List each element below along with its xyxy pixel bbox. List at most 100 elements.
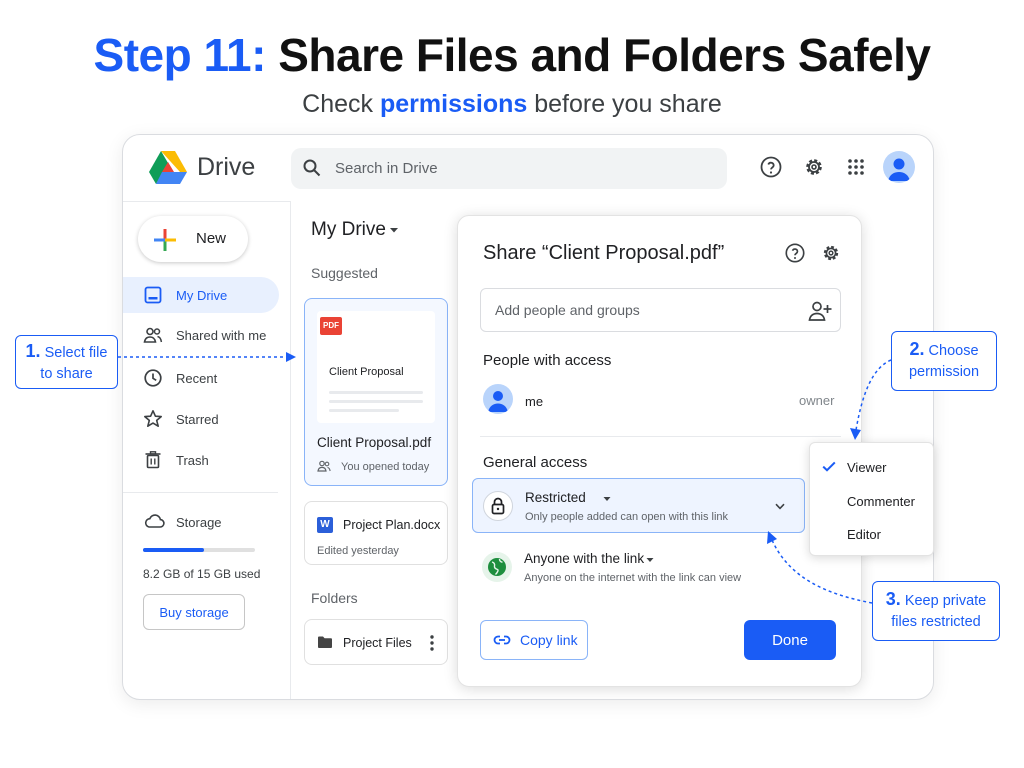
access-option-anyone[interactable]: Anyone with the link Anyone on the inter… <box>472 548 805 592</box>
add-person-icon[interactable] <box>808 300 832 322</box>
sidebar-item-my-drive[interactable]: My Drive <box>123 277 279 313</box>
apps-grid-icon[interactable] <box>844 155 868 179</box>
callout-text: to share <box>40 366 93 382</box>
my-drive-icon <box>144 286 162 304</box>
page-subtitle: Check permissions before you share <box>0 90 1024 119</box>
add-people-input[interactable] <box>495 289 795 331</box>
star-icon <box>143 409 163 428</box>
subtitle-highlight: permissions <box>379 90 528 118</box>
file-name: Project Plan.docx <box>343 518 441 532</box>
plus-icon <box>154 229 176 251</box>
sidebar: New My Drive Shared with me Recent Starr… <box>123 201 291 699</box>
share-dialog-title: Share “Client Proposal.pdf” <box>483 242 725 264</box>
sidebar-item-label: Starred <box>176 412 219 427</box>
my-drive-heading[interactable]: My Drive <box>311 219 386 241</box>
copy-link-button[interactable]: Copy link <box>480 620 588 660</box>
drive-window: Drive Search in Drive New My Drive Share… <box>122 134 934 700</box>
buy-storage-button[interactable]: Buy storage <box>143 594 245 630</box>
person-name: me <box>525 394 544 409</box>
drive-brand: Drive <box>197 153 256 181</box>
restricted-description: Only people added can open with this lin… <box>525 511 729 523</box>
permission-option-label: Commenter <box>847 494 915 509</box>
file-name: Client Proposal.pdf <box>317 435 432 450</box>
folder-card-project-files[interactable]: Project Files <box>304 619 448 665</box>
access-option-restricted[interactable]: Restricted Only people added can open wi… <box>472 478 805 533</box>
callout-text: Select file <box>44 345 108 361</box>
user-avatar-icon <box>488 391 508 412</box>
sidebar-item-label: My Drive <box>176 288 228 303</box>
file-meta: Edited yesterday <box>317 545 399 557</box>
page-title-text: Share Files and Folders Safely <box>278 29 931 81</box>
search-bar[interactable] <box>291 148 727 189</box>
sidebar-item-label: Recent <box>176 371 218 386</box>
subtitle-post: before you share <box>534 90 722 118</box>
help-icon[interactable] <box>784 242 806 264</box>
word-file-icon: W <box>317 517 333 533</box>
caret-down-icon[interactable] <box>389 226 399 234</box>
step-label: Step 11: <box>93 29 267 81</box>
suggested-label: Suggested <box>311 265 378 281</box>
preview-line <box>329 409 399 412</box>
subtitle-pre: Check <box>302 90 374 118</box>
callout-text: Keep private <box>904 593 987 609</box>
chevron-down-icon[interactable] <box>775 503 785 510</box>
callout-text: Choose <box>928 343 979 359</box>
callout-number: 2. <box>909 339 925 359</box>
help-icon[interactable] <box>759 155 783 179</box>
callout-number: 3. <box>885 589 901 609</box>
person-role: owner <box>799 393 835 408</box>
lock-badge <box>483 491 513 521</box>
file-card-client-proposal[interactable]: PDF Client Proposal Client Proposal.pdf … <box>304 298 448 486</box>
account-avatar[interactable] <box>883 151 915 183</box>
more-vert-icon[interactable] <box>429 634 435 652</box>
clock-icon <box>144 369 162 387</box>
file-card-project-plan[interactable]: W Project Plan.docx Edited yesterday <box>304 501 448 565</box>
new-button[interactable]: New <box>138 216 248 262</box>
file-meta: You opened today <box>341 461 430 473</box>
callout-number: 1. <box>25 341 41 361</box>
general-access-label: General access <box>483 454 588 471</box>
permission-option-editor[interactable]: Editor <box>810 519 935 549</box>
sidebar-item-shared[interactable]: Shared with me <box>123 317 279 353</box>
check-icon <box>822 461 836 472</box>
permission-option-label: Viewer <box>847 460 887 475</box>
storage-label: Storage <box>176 515 222 530</box>
callout-choose-permission: 2. Choose permission <box>891 331 997 391</box>
globe-badge <box>482 552 512 582</box>
storage-bar-fill <box>143 548 205 552</box>
callout-text: permission <box>908 364 980 380</box>
callout-select-file: 1. Select file to share <box>15 335 118 389</box>
trash-icon <box>145 451 161 469</box>
gear-icon[interactable] <box>820 242 842 264</box>
search-input[interactable] <box>335 148 715 189</box>
permission-option-label: Editor <box>847 527 881 542</box>
cloud-icon <box>144 514 165 528</box>
link-icon <box>493 635 511 645</box>
share-dialog: Share “Client Proposal.pdf” People with … <box>457 215 862 687</box>
done-button[interactable]: Done <box>744 620 836 660</box>
permission-option-viewer[interactable]: Viewer <box>810 452 935 482</box>
sidebar-item-recent[interactable]: Recent <box>123 360 279 396</box>
permission-menu: Viewer Commenter Editor <box>809 442 934 556</box>
top-bar: Drive <box>123 135 933 201</box>
shared-people-icon <box>317 460 331 472</box>
gear-icon[interactable] <box>802 155 826 179</box>
user-avatar-icon <box>888 158 910 181</box>
callout-keep-restricted: 3. Keep private files restricted <box>872 581 1000 641</box>
sidebar-item-trash[interactable]: Trash <box>123 442 279 478</box>
restricted-title: Restricted <box>525 490 586 505</box>
sidebar-item-starred[interactable]: Starred <box>123 401 279 437</box>
people-icon <box>143 327 163 343</box>
people-with-access-label: People with access <box>483 352 612 369</box>
pdf-file-icon: PDF <box>320 317 342 335</box>
storage-usage-text: 8.2 GB of 15 GB used <box>143 567 261 581</box>
storage-bar <box>143 548 255 552</box>
preview-title: Client Proposal <box>329 366 404 378</box>
dialog-divider <box>480 436 841 437</box>
new-button-label: New <box>196 230 227 247</box>
callout-text: files restricted <box>891 614 981 630</box>
permission-option-commenter[interactable]: Commenter <box>810 486 935 516</box>
caret-down-icon <box>646 558 654 562</box>
add-people-field[interactable] <box>480 288 841 332</box>
preview-line <box>329 391 423 394</box>
